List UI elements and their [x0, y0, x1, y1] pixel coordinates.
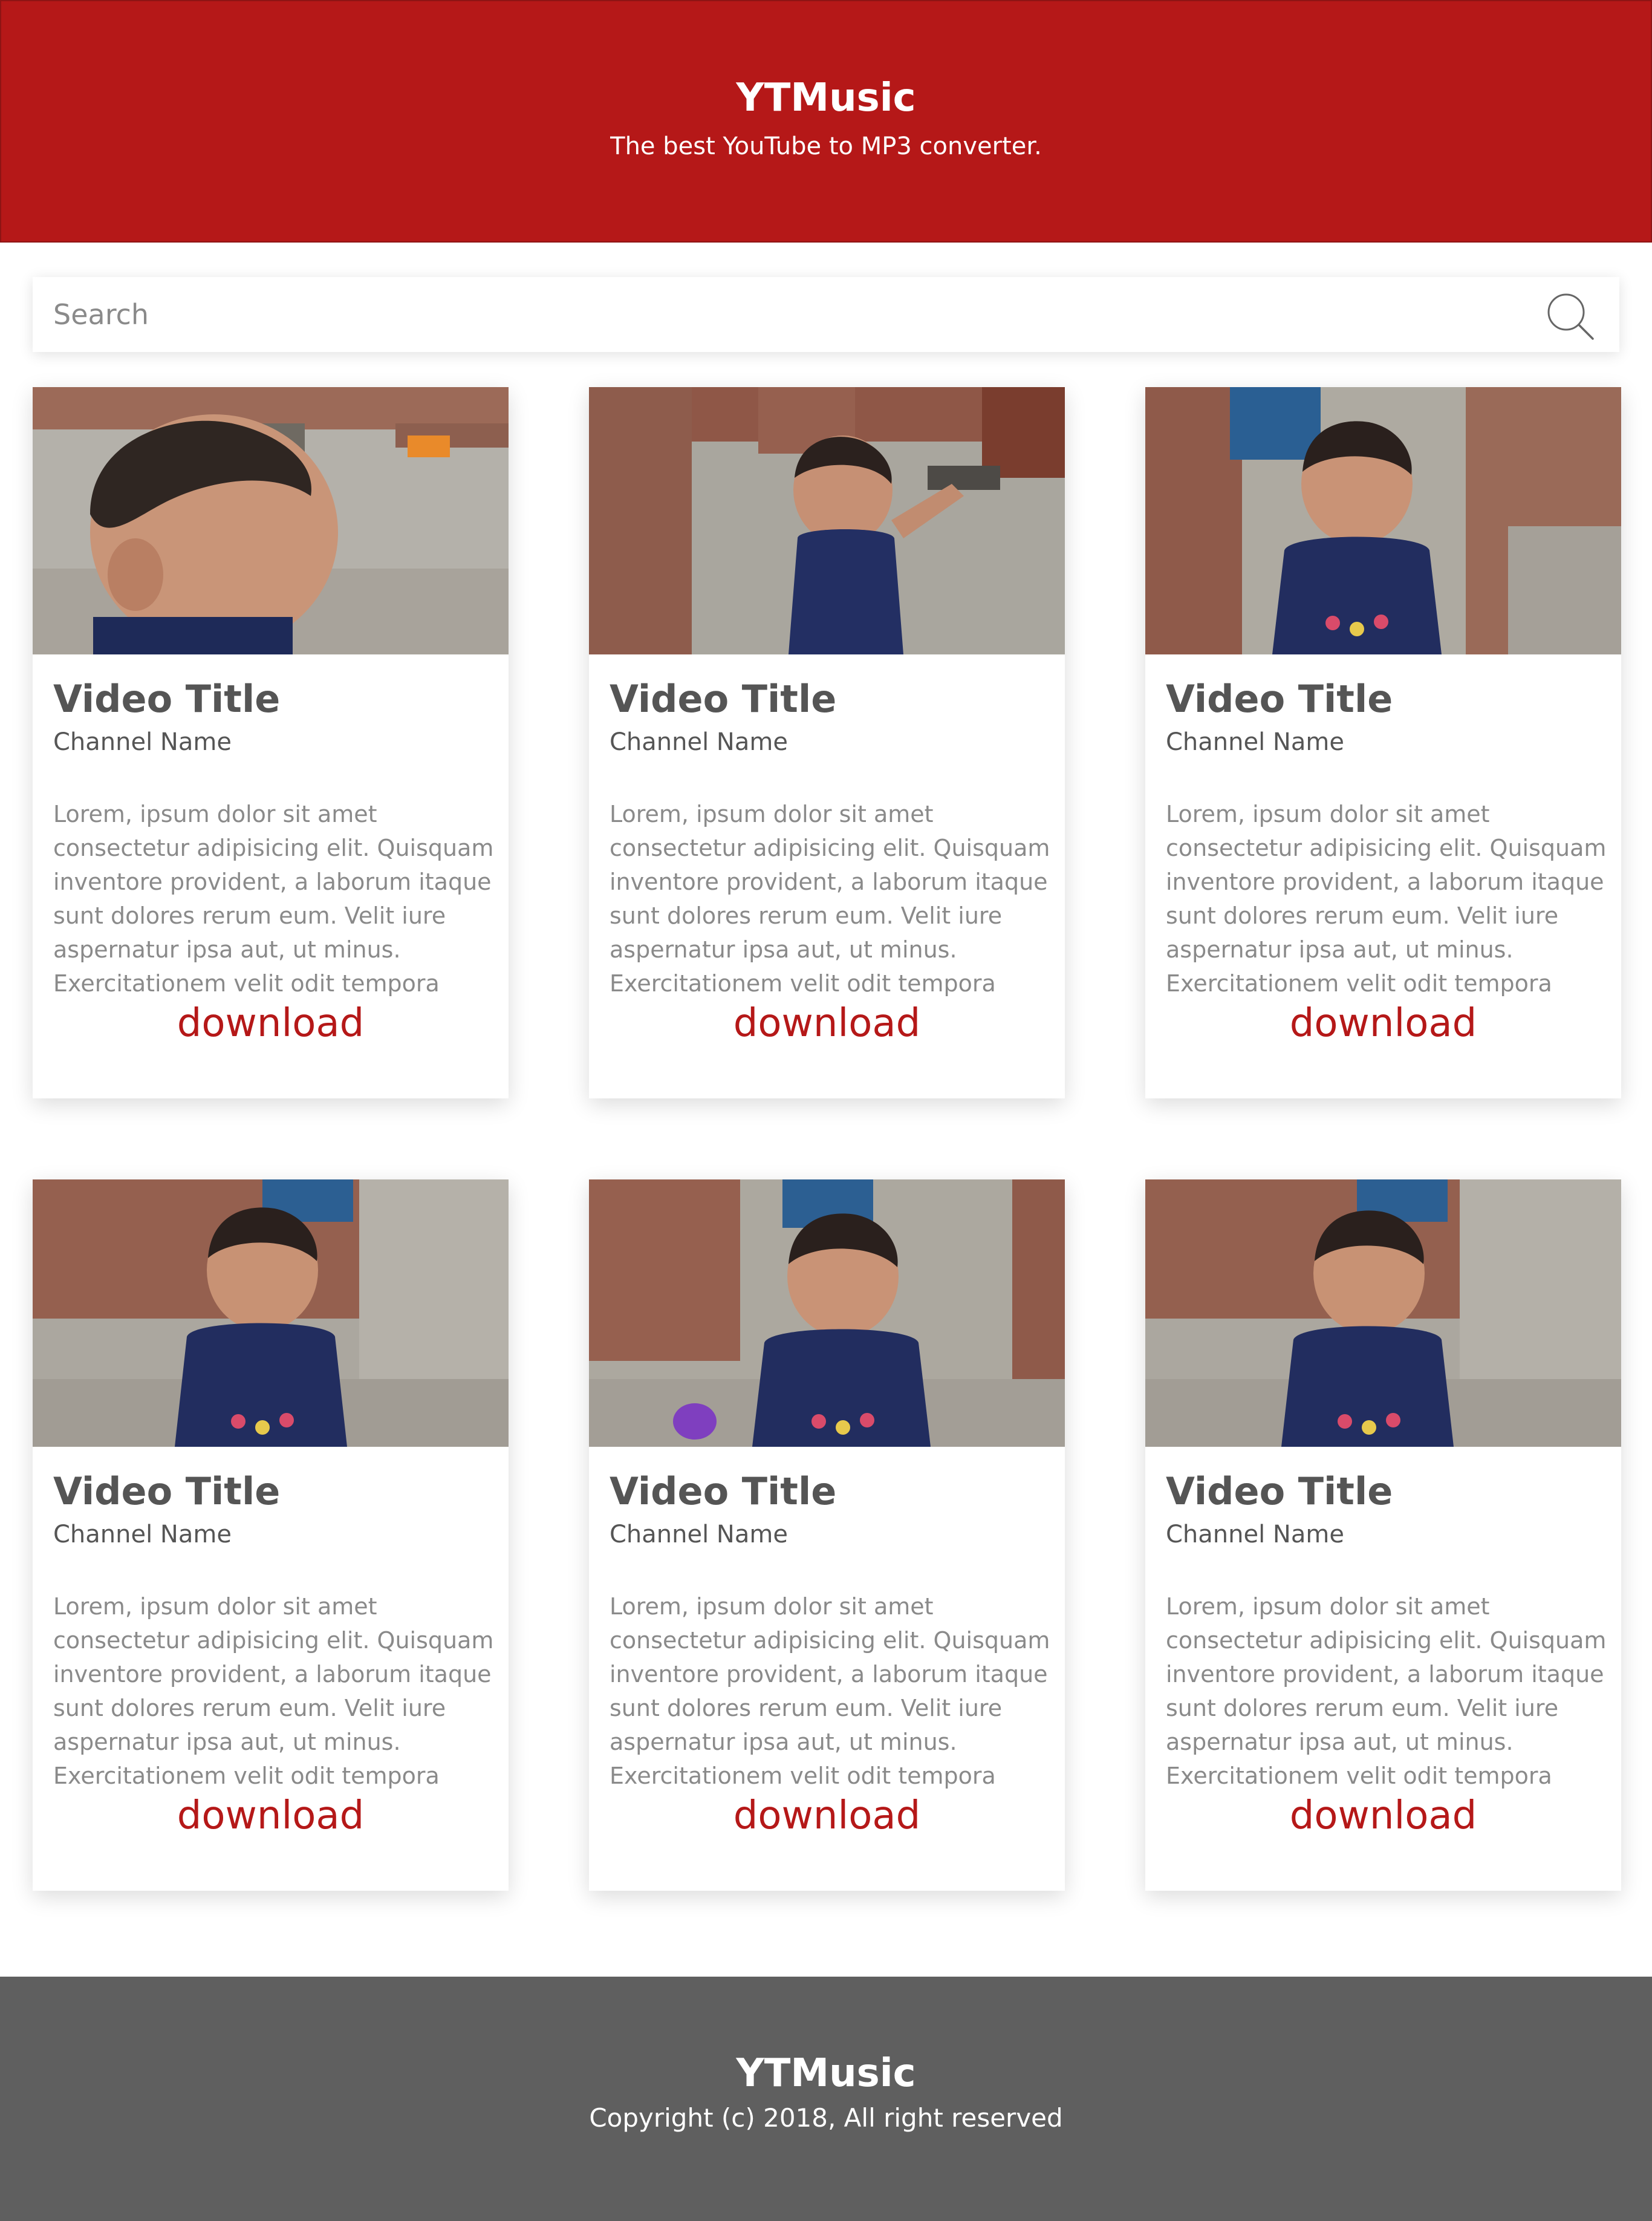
channel-name[interactable]: Channel Name: [610, 1518, 788, 1551]
video-card: Video Title Channel Name Lorem, ipsum do…: [1145, 387, 1621, 1098]
video-description: Lorem, ipsum dolor sit amet consectetur …: [1166, 801, 1607, 997]
download-button[interactable]: download: [589, 1790, 1065, 1841]
header-brand[interactable]: YTMusic: [1, 73, 1651, 123]
channel-name[interactable]: Channel Name: [53, 726, 232, 758]
download-button[interactable]: download: [33, 998, 509, 1049]
search-input[interactable]: [53, 277, 1492, 352]
header-tagline: The best YouTube to MP3 converter.: [610, 132, 1042, 160]
download-button[interactable]: download: [1145, 1790, 1621, 1841]
channel-name[interactable]: Channel Name: [53, 1518, 232, 1551]
channel-name[interactable]: Channel Name: [1166, 726, 1344, 758]
video-description: Lorem, ipsum dolor sit amet consectetur …: [610, 801, 1050, 997]
video-title[interactable]: Video Title: [1166, 675, 1393, 723]
download-button[interactable]: download: [1145, 998, 1621, 1049]
video-thumbnail[interactable]: [33, 387, 509, 654]
video-card: Video Title Channel Name Lorem, ipsum do…: [33, 387, 509, 1098]
video-title[interactable]: Video Title: [1166, 1467, 1393, 1516]
video-thumbnail[interactable]: [1145, 1179, 1621, 1447]
video-thumbnail[interactable]: [589, 1179, 1065, 1447]
video-description: Lorem, ipsum dolor sit amet consectetur …: [1166, 1593, 1607, 1789]
video-description: Lorem, ipsum dolor sit amet consectetur …: [53, 801, 494, 997]
footer-copyright: Copyright (c) 2018, All right reserved: [589, 2103, 1063, 2133]
video-title[interactable]: Video Title: [610, 675, 836, 723]
download-button[interactable]: download: [33, 1790, 509, 1841]
video-title[interactable]: Video Title: [53, 1467, 280, 1516]
video-card: Video Title Channel Name Lorem, ipsum do…: [589, 387, 1065, 1098]
site-footer: YTMusic Copyright (c) 2018, All right re…: [0, 1977, 1652, 2221]
video-thumbnail[interactable]: [1145, 387, 1621, 654]
search-icon[interactable]: [1544, 290, 1595, 341]
video-card: Video Title Channel Name Lorem, ipsum do…: [1145, 1179, 1621, 1891]
channel-name[interactable]: Channel Name: [610, 726, 788, 758]
site-header: YTMusic The best YouTube to MP3 converte…: [0, 0, 1652, 243]
video-title[interactable]: Video Title: [610, 1467, 836, 1516]
video-card: Video Title Channel Name Lorem, ipsum do…: [589, 1179, 1065, 1891]
video-thumbnail[interactable]: [33, 1179, 509, 1447]
search-bar: [33, 277, 1619, 352]
download-button[interactable]: download: [589, 998, 1065, 1049]
video-thumbnail[interactable]: [589, 387, 1065, 654]
video-description: Lorem, ipsum dolor sit amet consectetur …: [610, 1593, 1050, 1789]
channel-name[interactable]: Channel Name: [1166, 1518, 1344, 1551]
footer-brand[interactable]: YTMusic: [0, 2048, 1652, 2099]
video-title[interactable]: Video Title: [53, 675, 280, 723]
video-card: Video Title Channel Name Lorem, ipsum do…: [33, 1179, 509, 1891]
video-description: Lorem, ipsum dolor sit amet consectetur …: [53, 1593, 494, 1789]
